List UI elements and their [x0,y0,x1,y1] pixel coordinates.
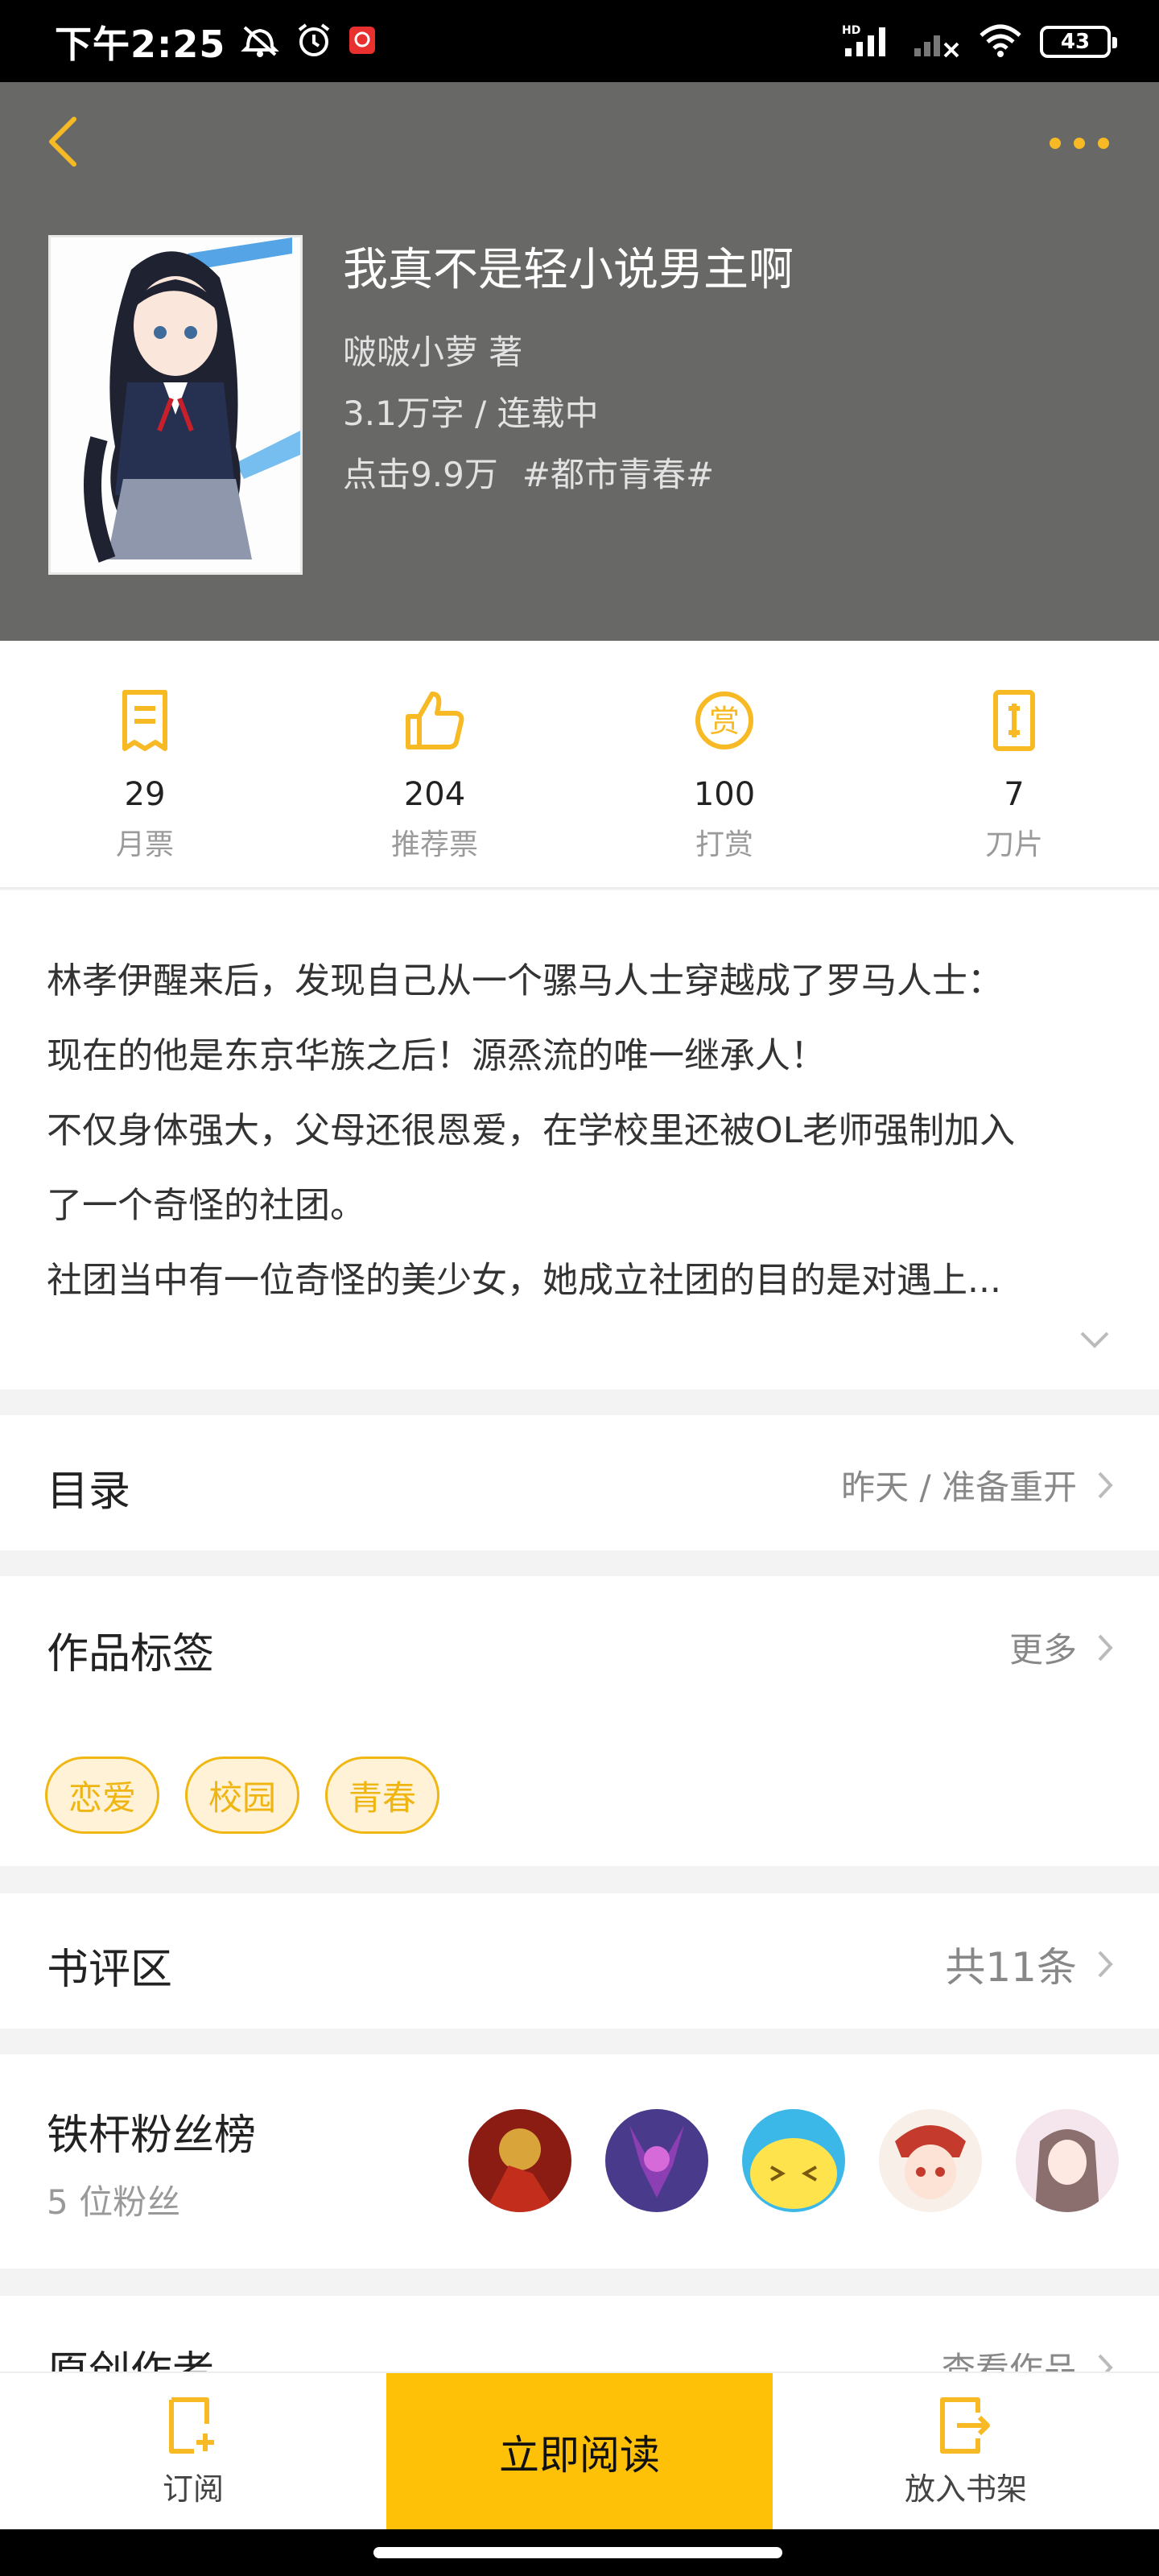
fans-row[interactable]: 铁杆粉丝榜 5 位粉丝 [0,2054,1159,2268]
tags-more-button[interactable]: 更多 [1009,1623,1114,1672]
stat-label: 打赏 [695,828,753,861]
fan-avatars [468,2109,1119,2212]
tag-chip[interactable]: 校园 [185,1757,300,1834]
stat-label: 推荐票 [390,828,478,861]
add-to-shelf-button[interactable]: 放入书架 [773,2373,1159,2531]
battery-indicator: 43 [1040,26,1117,58]
tags-title: 作品标签 [47,1630,215,1678]
reviews-count: 共11条 [945,1944,1077,1991]
intro-line: 不仅身体强大，父母还很恩爱，在学校里还被OL老师强制加入 [47,1110,1016,1151]
tag-chip[interactable]: 恋爱 [45,1757,160,1834]
ticket-stats: 29 月票 204 推荐票 赏 100 打赏 7 刀片 [0,641,1159,889]
stat-label: 月票 [115,828,174,861]
latest-chapter: 昨天 / 准备重开 [841,1468,1077,1507]
intro-text: 林孝伊醒来后，发现自己从一个骡马人士穿越成了罗马人士： 现在的他是东京华族之后！… [47,943,1117,1318]
stat-value: 7 [1004,776,1025,813]
ticket-icon [122,690,167,751]
book-click-category: 点击9.9万 #都市青春# [343,448,714,497]
category-tag[interactable]: #都市青春# [522,448,714,497]
stat-label: 刀片 [984,828,1043,861]
book-intro[interactable]: 林孝伊醒来后，发现自己从一个骡马人士穿越成了罗马人士： 现在的他是东京华族之后！… [0,890,1159,1389]
signal-hd-icon: HD [842,23,895,61]
reward-icon: 赏 [695,691,753,749]
tag-chip[interactable]: 青春 [325,1757,440,1834]
book-cover[interactable] [48,235,303,575]
add-to-shelf-icon [940,2396,990,2454]
avatar[interactable] [742,2109,845,2212]
avatar[interactable] [605,2109,708,2212]
home-indicator[interactable] [373,2547,782,2558]
intro-line: 了一个奇怪的社团。 [47,1185,365,1226]
tag-list: 恋爱 校园 青春 [45,1757,440,1834]
subscribe-icon [169,2396,214,2454]
click-count: 点击9.9万 [343,455,498,494]
blade-stat[interactable]: 7 刀片 [909,684,1119,863]
status-time: 下午2:25 [55,23,226,66]
author-title: 原创作者 [47,2348,215,2376]
subscribe-label: 订阅 [162,2471,224,2507]
thumbs-up-icon [406,691,464,749]
app-notification-icon [348,25,377,59]
cover-illustration [51,237,300,572]
bottom-action-bar: 订阅 立即阅读 放入书架 [0,2372,1159,2531]
back-button[interactable] [39,109,87,174]
tags-section: 作品标签 更多 恋爱 校园 青春 [0,1576,1159,1866]
avatar[interactable] [879,2109,982,2212]
stat-value: 204 [403,776,466,813]
avatar[interactable] [1016,2109,1119,2212]
intro-line: 林孝伊醒来后，发现自己从一个骡马人士穿越成了罗马人士： [47,960,1003,1001]
stat-value: 100 [693,776,756,813]
stat-value: 29 [124,776,166,813]
intro-line: 现在的他是东京华族之后！源烝流的唯一继承人！ [47,1035,826,1076]
status-bar: 下午2:25 HD 43 [0,0,1159,82]
alarm-icon [295,22,333,62]
fans-count: 5 位粉丝 [47,2182,181,2222]
wifi-icon [979,23,1022,61]
more-dots-icon [1050,138,1109,149]
svg-text:HD: HD [842,24,860,37]
chevron-down-icon [1080,1331,1109,1348]
avatar[interactable] [468,2109,571,2212]
intro-line: 社团当中有一位奇怪的美少女，她成立社团的目的是对遇上... [47,1260,1001,1301]
chevron-right-icon [1098,1472,1113,1498]
expand-intro-button[interactable] [1079,1330,1111,1352]
blade-icon [993,690,1035,751]
svg-text:赏: 赏 [709,704,740,739]
mute-icon [240,23,280,61]
more-label: 更多 [1008,1630,1077,1670]
recommend-ticket-stat[interactable]: 204 推荐票 [330,684,539,863]
subscribe-button[interactable]: 订阅 [0,2373,386,2531]
read-now-button[interactable]: 立即阅读 [386,2373,773,2531]
fans-title: 铁杆粉丝榜 [47,2112,257,2160]
author-row[interactable]: 原创作者 查看作品 [0,2296,1159,2376]
book-word-count-status: 3.1万字 / 连载中 [343,394,599,433]
signal-weak-icon [913,23,961,61]
reviews-title: 书评区 [47,1946,173,1994]
reward-stat[interactable]: 赏 100 打赏 [620,684,829,863]
chevron-left-icon [49,117,76,167]
chevron-right-icon [1098,1634,1113,1661]
reviews-row[interactable]: 书评区 共11条 [0,1893,1159,2029]
book-author[interactable]: 啵啵小萝 著 [343,325,522,374]
monthly-ticket-stat[interactable]: 29 月票 [40,684,250,863]
toc-row[interactable]: 目录 昨天 / 准备重开 [0,1415,1159,1550]
chevron-right-icon [1098,1951,1113,1978]
add-to-shelf-label: 放入书架 [904,2471,1027,2507]
toc-title: 目录 [47,1468,131,1516]
more-button[interactable] [1043,127,1116,159]
book-title: 我真不是轻小说男主啊 [343,244,794,296]
